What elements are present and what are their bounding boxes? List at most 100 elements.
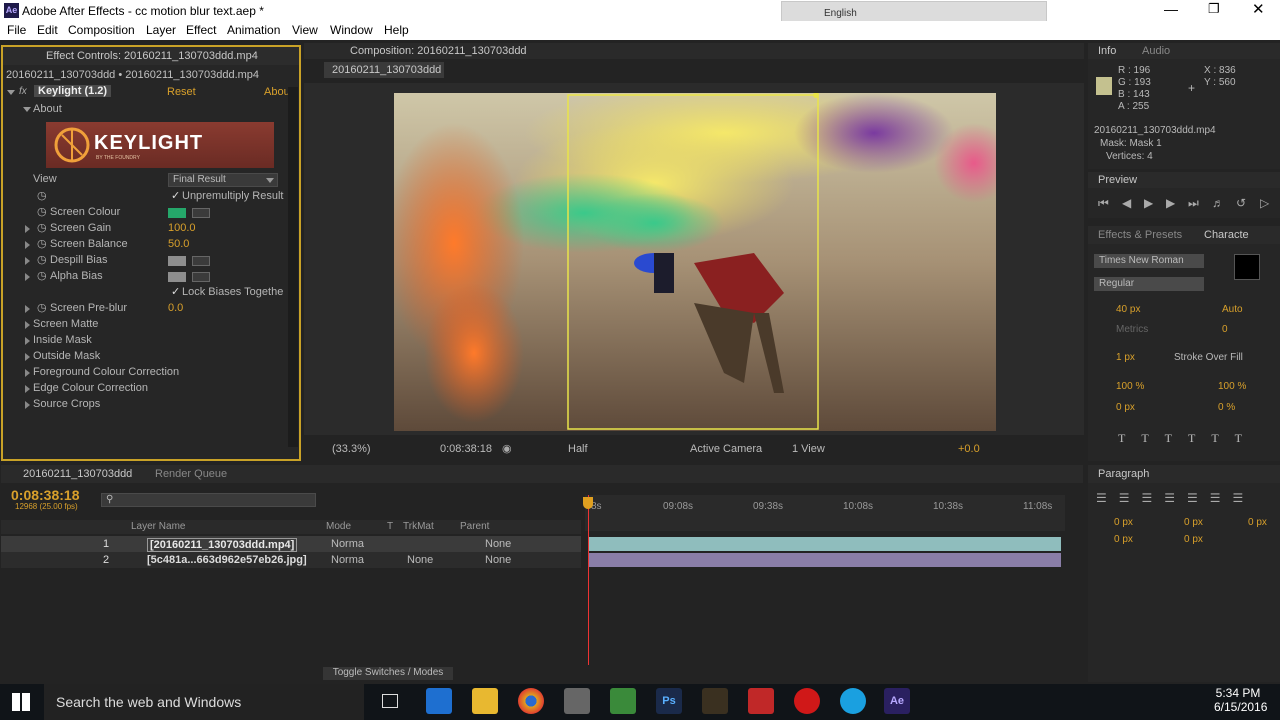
expand-alpha-bias-icon[interactable] xyxy=(25,273,30,281)
expand-screen-gain-icon[interactable] xyxy=(25,225,30,233)
horizontal-scale-value[interactable]: 100 % xyxy=(1218,381,1246,392)
menu-help[interactable]: Help xyxy=(384,23,409,37)
mode-col[interactable]: Mode xyxy=(326,521,351,532)
font-style-dropdown[interactable]: Regular xyxy=(1094,277,1204,291)
comp-subtab[interactable]: 20160211_130703ddd xyxy=(324,62,444,78)
layer-trkmat[interactable]: None xyxy=(407,554,433,566)
stopwatch-icon[interactable]: ◷ xyxy=(37,253,47,266)
text-style-buttons[interactable]: TTTTTT xyxy=(1118,431,1258,446)
menu-effect[interactable]: Effect xyxy=(186,23,216,37)
search-box[interactable]: Search the web and Windows xyxy=(44,684,364,720)
first-frame-button[interactable]: ⏮ xyxy=(1098,196,1109,211)
task-view-icon[interactable] xyxy=(382,694,398,708)
stopwatch-icon[interactable]: ◷ xyxy=(37,269,47,282)
tsume-value[interactable]: 0 % xyxy=(1218,402,1235,413)
timeline-timecode[interactable]: 0:08:38:18 xyxy=(11,487,80,503)
stroke-mode-dropdown[interactable]: Stroke Over Fill xyxy=(1174,352,1243,363)
search-input[interactable]: ⚲ xyxy=(101,493,316,507)
stopwatch-icon[interactable]: ◷ xyxy=(37,221,47,234)
time-ruler[interactable]: 8s 09:08s 09:38s 10:08s 10:38s 11:08s xyxy=(585,495,1065,531)
app-icon-yellow[interactable] xyxy=(702,688,728,714)
eyedropper-icon[interactable] xyxy=(192,272,210,282)
indent-left-value[interactable]: 0 px xyxy=(1114,517,1133,528)
resolution-dropdown[interactable]: Half xyxy=(568,443,588,455)
fill-colour-swatch[interactable] xyxy=(1234,254,1260,280)
stopwatch-icon[interactable]: ◷ xyxy=(37,189,47,202)
layer-mode[interactable]: Norma xyxy=(331,554,364,566)
trkmat-col[interactable]: TrkMat xyxy=(403,521,434,532)
indent-right-value[interactable]: 0 px xyxy=(1184,517,1203,528)
space-after-value[interactable]: 0 px xyxy=(1184,534,1203,545)
composition-tab[interactable]: Composition: 20160211_130703ddd xyxy=(304,43,1084,59)
app-icon-green[interactable] xyxy=(610,688,636,714)
preview-tab[interactable]: Preview xyxy=(1088,172,1280,188)
layer-bar-2[interactable] xyxy=(589,553,1061,567)
expand-screen-balance-icon[interactable] xyxy=(25,241,30,249)
alignment-buttons[interactable]: ☰☰☰☰☰☰☰ xyxy=(1096,491,1255,505)
toggle-switches-button[interactable]: Toggle Switches / Modes xyxy=(323,667,453,680)
eyedropper-icon[interactable] xyxy=(192,256,210,266)
comp-timecode[interactable]: 0:08:38:18 xyxy=(440,443,492,455)
t-col[interactable]: T xyxy=(387,521,393,532)
prev-frame-button[interactable]: ◀ xyxy=(1122,196,1131,210)
lock-biases-checkbox[interactable]: ✓ xyxy=(171,285,180,298)
expand-icon[interactable] xyxy=(25,385,30,393)
after-effects-icon[interactable]: Ae xyxy=(884,688,910,714)
layer-name[interactable]: [20160211_130703ddd.mp4] xyxy=(147,538,298,552)
playhead[interactable] xyxy=(588,495,589,665)
menu-layer[interactable]: Layer xyxy=(146,23,176,37)
stopwatch-icon[interactable]: ◷ xyxy=(37,237,47,250)
active-camera-dropdown[interactable]: Active Camera xyxy=(690,443,762,455)
expand-icon[interactable] xyxy=(25,369,30,377)
next-frame-button[interactable]: ▶ xyxy=(1166,196,1175,210)
expand-despill-bias-icon[interactable] xyxy=(25,257,30,265)
download-icon[interactable] xyxy=(748,688,774,714)
opera-icon[interactable] xyxy=(794,688,820,714)
camera-icon[interactable]: ◉ xyxy=(502,442,512,455)
render-queue-tab[interactable]: Render Queue xyxy=(155,468,227,480)
loop-icon[interactable]: ↺ xyxy=(1236,196,1246,210)
last-frame-button[interactable]: ⏭ xyxy=(1188,196,1199,211)
screen-gain-value[interactable]: 100.0 xyxy=(168,222,196,234)
layer-parent[interactable]: None xyxy=(485,538,511,550)
vertical-scale-value[interactable]: 100 % xyxy=(1116,381,1144,392)
screen-colour-swatch[interactable] xyxy=(168,208,186,218)
font-size-value[interactable]: 40 px xyxy=(1116,304,1140,315)
taskbar-clock[interactable]: 5:34 PM 6/15/2016 xyxy=(1214,686,1267,714)
baseline-shift-value[interactable]: 0 px xyxy=(1116,402,1135,413)
expand-icon[interactable] xyxy=(25,401,30,409)
timeline-tab[interactable]: 20160211_130703ddd Render Queue xyxy=(1,465,1083,483)
kerning-value[interactable]: Metrics xyxy=(1116,324,1148,335)
maximize-button[interactable]: ❐ xyxy=(1208,1,1220,17)
menu-edit[interactable]: Edit xyxy=(37,23,58,37)
screen-balance-value[interactable]: 50.0 xyxy=(168,238,189,250)
leading-value[interactable]: Auto xyxy=(1222,304,1243,315)
stroke-width-value[interactable]: 1 px xyxy=(1116,352,1135,363)
playhead-marker[interactable] xyxy=(583,497,593,509)
paragraph-tab[interactable]: Paragraph xyxy=(1088,465,1280,483)
photoshop-icon[interactable]: Ps xyxy=(656,688,682,714)
keylight-header[interactable]: fx Keylight (1.2) Reset Abou xyxy=(7,85,293,101)
expand-about-icon[interactable] xyxy=(23,107,31,112)
store-icon[interactable] xyxy=(564,688,590,714)
expand-keylight-icon[interactable] xyxy=(7,90,15,95)
view-dropdown[interactable]: Final Result xyxy=(168,173,278,187)
layer-row[interactable]: 2 [5c481a...663d962e57eb26.jpg] Norma No… xyxy=(1,552,581,568)
screen-preblur-value[interactable]: 0.0 xyxy=(168,302,183,314)
menu-animation[interactable]: Animation xyxy=(227,23,280,37)
expand-icon[interactable] xyxy=(25,321,30,329)
tracking-value[interactable]: 0 xyxy=(1222,324,1228,335)
info-tab[interactable]: Info Audio xyxy=(1088,43,1280,59)
layer-mode[interactable]: Norma xyxy=(331,538,364,550)
effects-presets-tab[interactable]: Effects & Presets xyxy=(1098,229,1182,241)
layer-parent[interactable]: None xyxy=(485,554,511,566)
about-link[interactable]: Abou xyxy=(264,86,290,98)
zoom-dropdown[interactable]: (33.3%) xyxy=(332,443,371,455)
expand-icon[interactable] xyxy=(25,353,30,361)
audio-icon[interactable]: ♬ xyxy=(1212,196,1224,210)
chrome-icon[interactable] xyxy=(518,688,544,714)
effect-controls-tab[interactable]: Effect Controls: 20160211_130703ddd.mp4 xyxy=(3,47,299,65)
close-button[interactable]: ✕ xyxy=(1252,0,1265,18)
scrollbar[interactable] xyxy=(288,87,298,447)
exposure-value[interactable]: +0.0 xyxy=(958,443,980,455)
